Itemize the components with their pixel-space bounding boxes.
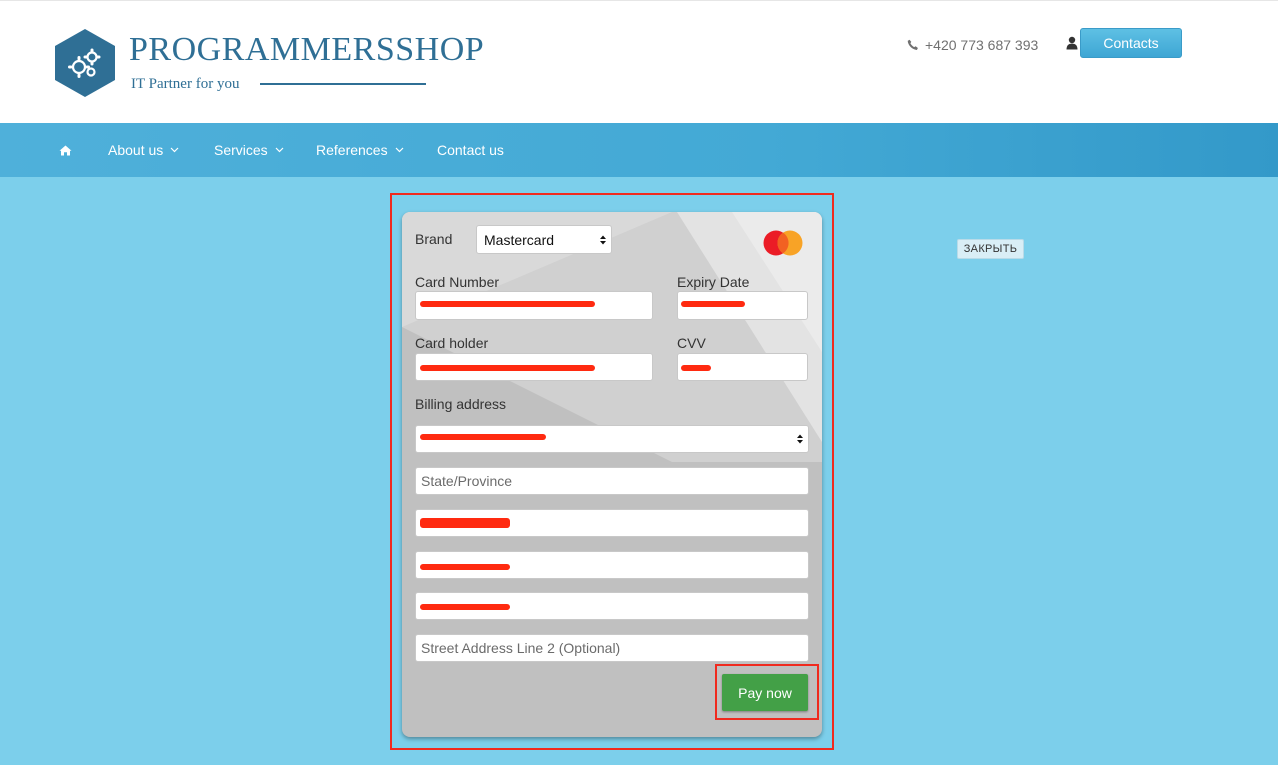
phone-number[interactable]: +420 773 687 393 (907, 37, 1038, 53)
select-arrows-icon (600, 235, 606, 244)
country-select[interactable] (415, 425, 809, 453)
chevron-down-icon (275, 147, 284, 153)
nav-services[interactable]: Services (214, 123, 284, 177)
mastercard-icon (763, 230, 803, 256)
select-arrows-icon (797, 434, 803, 444)
nav-contact-us-label: Contact us (437, 142, 504, 158)
phone-icon (907, 39, 918, 50)
city-input[interactable] (415, 509, 809, 537)
street-address-2-input[interactable]: Street Address Line 2 (Optional) (415, 634, 809, 662)
site-header: PROGRAMMERSSHOP IT Partner for you +420 … (0, 0, 1278, 123)
phone-text: +420 773 687 393 (925, 37, 1039, 53)
redaction-mark (420, 365, 595, 371)
brand-select-value: Mastercard (484, 231, 555, 248)
street-address-input[interactable] (415, 592, 809, 620)
postal-code-input[interactable] (415, 551, 809, 579)
card-number-label: Card Number (415, 274, 500, 290)
cvv-label: CVV (677, 335, 706, 351)
main-nav: About us Services References Contact us (0, 123, 1278, 177)
brand-title[interactable]: PROGRAMMERSSHOP (129, 31, 484, 69)
redaction-mark (420, 518, 510, 528)
user-icon[interactable] (1066, 36, 1078, 50)
expiry-date-input[interactable] (677, 291, 808, 320)
nav-contact-us[interactable]: Contact us (437, 123, 504, 177)
chevron-down-icon (395, 147, 404, 153)
pay-button-highlight (715, 664, 819, 720)
redaction-mark (681, 365, 711, 371)
redaction-mark (420, 564, 510, 570)
state-input[interactable]: State/Province (415, 467, 809, 495)
contacts-button[interactable]: Contacts (1080, 28, 1182, 58)
home-icon (59, 145, 72, 155)
brand-tagline: IT Partner for you (131, 76, 240, 92)
billing-address-label: Billing address (415, 396, 507, 412)
redaction-mark (681, 301, 745, 307)
card-number-input[interactable] (415, 291, 653, 320)
nav-services-label: Services (214, 142, 268, 158)
card-holder-input[interactable] (415, 353, 653, 381)
expiry-date-label: Expiry Date (677, 274, 750, 290)
nav-home[interactable] (59, 123, 72, 177)
street-address-2-placeholder: Street Address Line 2 (Optional) (421, 640, 621, 656)
tagline-divider (260, 83, 426, 85)
brand-label: Brand (415, 231, 453, 247)
chevron-down-icon (170, 147, 179, 153)
cvv-input[interactable] (677, 353, 808, 381)
state-placeholder: State/Province (421, 473, 513, 489)
nav-references-label: References (316, 142, 388, 158)
gears-logo-icon[interactable] (54, 28, 116, 98)
close-button[interactable]: ЗАКРЫТЬ (957, 239, 1024, 259)
redaction-mark (420, 604, 510, 610)
brand-select[interactable]: Mastercard (476, 225, 612, 254)
nav-about-us[interactable]: About us (108, 123, 179, 177)
card-holder-label: Card holder (415, 335, 489, 351)
payment-form: Brand Mastercard Card Number Expiry Date… (402, 212, 822, 737)
redaction-mark (420, 434, 546, 440)
nav-about-us-label: About us (108, 142, 164, 158)
nav-references[interactable]: References (316, 123, 404, 177)
redaction-mark (420, 301, 595, 307)
